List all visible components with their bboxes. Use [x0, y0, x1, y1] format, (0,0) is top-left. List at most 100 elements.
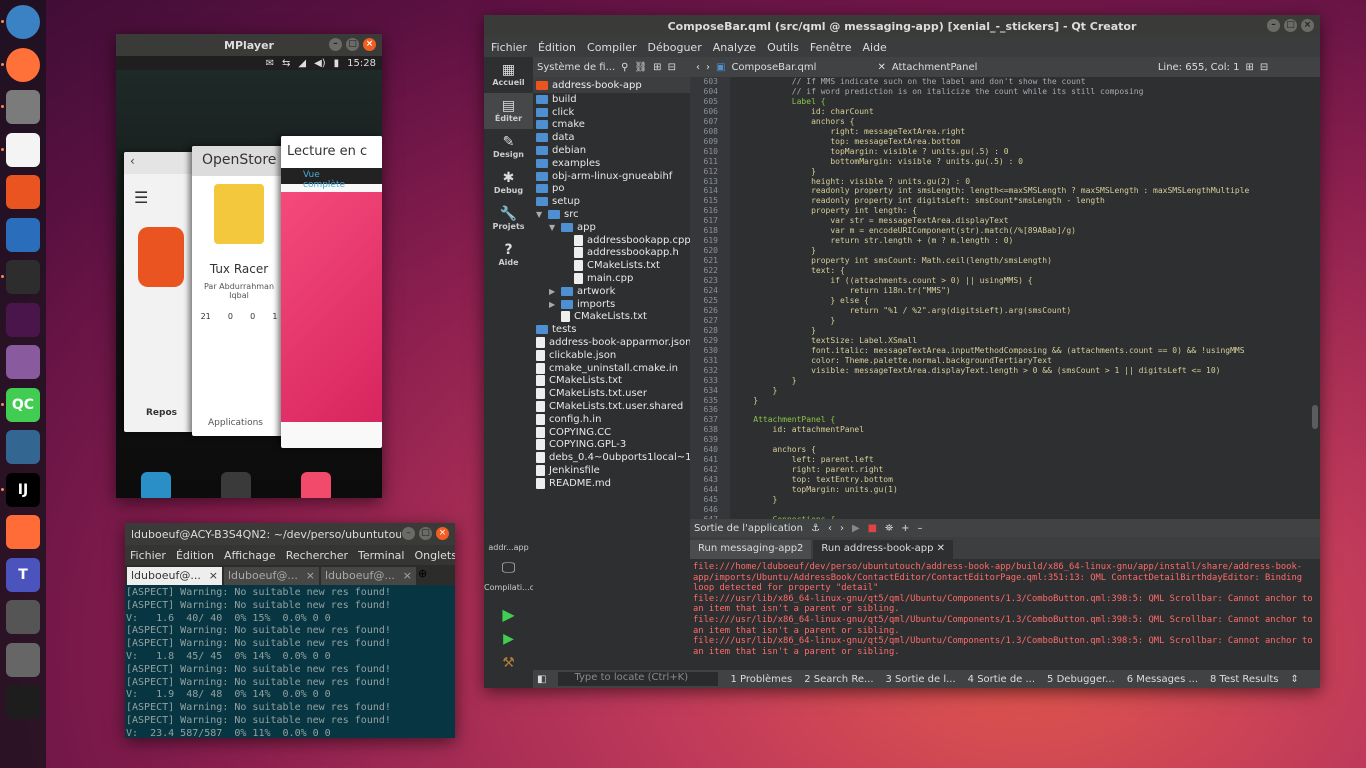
launcher-openstore[interactable]: OpenStore	[196, 472, 276, 498]
maximize-button[interactable]: □	[346, 38, 359, 51]
menu-item[interactable]: Onglets	[414, 549, 455, 562]
close-file-icon[interactable]: ✕	[877, 62, 885, 73]
split-icon[interactable]: ⊞	[653, 62, 661, 73]
vm-icon[interactable]	[6, 345, 40, 379]
zoom-out-icon[interactable]: –	[918, 523, 923, 534]
next-icon[interactable]: ›	[840, 523, 844, 534]
terminal-output[interactable]: [ASPECT] Warning: No suitable new res fo…	[125, 585, 455, 738]
rerun-icon[interactable]: ▶	[852, 523, 860, 534]
mode-éditer[interactable]: ▤ Éditer	[484, 93, 533, 129]
tree-item[interactable]: tests	[536, 323, 690, 336]
open-file-select[interactable]: ComposeBar.qml	[731, 62, 871, 73]
mode-projets[interactable]: 🔧 Projets	[484, 201, 533, 237]
tree-item[interactable]: addressbookapp.h	[536, 247, 690, 260]
maximize-button[interactable]: □	[419, 527, 432, 540]
launcher-navigateur[interactable]: Navigateur	[116, 472, 196, 498]
menu-item[interactable]: Fichier	[130, 549, 166, 562]
tree-item[interactable]: CMakeLists.txt.user.shared	[536, 400, 690, 413]
locator-input[interactable]: Type to locate (Ctrl+K)	[558, 672, 719, 686]
nav-back-icon[interactable]: ‹	[696, 62, 700, 73]
mode-design[interactable]: ✎ Design	[484, 129, 533, 165]
output-pane-button[interactable]: 8 Test Results	[1210, 674, 1279, 685]
output-tab[interactable]: Run address-book-app ✕	[813, 540, 954, 559]
tree-item[interactable]: COPYING.GPL-3	[536, 439, 690, 452]
prev-icon[interactable]: ‹	[828, 523, 832, 534]
teams-icon[interactable]: T	[6, 557, 40, 592]
maximize-button[interactable]: □	[1284, 19, 1297, 32]
tree-item[interactable]: ▼ app	[536, 221, 690, 234]
settings-icon[interactable]	[6, 642, 40, 677]
output-pane-button[interactable]: 4 Sortie de ...	[968, 674, 1035, 685]
slack-icon[interactable]	[6, 302, 40, 337]
tree-item[interactable]: cmake_uninstall.cmake.in	[536, 362, 690, 375]
close-tab-icon[interactable]: ×	[403, 569, 412, 583]
filter-select[interactable]: Système de fi...	[537, 62, 615, 73]
text-editor-icon[interactable]	[6, 132, 40, 167]
symbol-select[interactable]: AttachmentPanel	[892, 62, 1152, 73]
tree-item[interactable]: CMakeLists.txt.user	[536, 387, 690, 400]
terminal-window[interactable]: lduboeuf@ACY-B3S4QN2: ~/dev/perso/ubuntu…	[125, 523, 455, 738]
link-icon[interactable]: ⛓	[634, 62, 647, 73]
project-filter[interactable]: Système de fi... ⚲ ⛓ ⊞ ⊟	[533, 57, 690, 77]
mysql-icon[interactable]	[6, 430, 40, 464]
menu-item[interactable]: Édition	[176, 549, 214, 562]
tree-item[interactable]: COPYING.CC	[536, 426, 690, 439]
menu-item[interactable]: Aide	[862, 41, 886, 54]
code-editor[interactable]: ‹ › ▣ ComposeBar.qml ✕ AttachmentPanel L…	[690, 57, 1320, 524]
terminal-titlebar[interactable]: lduboeuf@ACY-B3S4QN2: ~/dev/perso/ubuntu…	[125, 523, 455, 545]
editor-scrollbar[interactable]	[1310, 77, 1320, 519]
apps-grid-icon[interactable]	[6, 685, 40, 719]
tree-item[interactable]: ▼ src	[536, 208, 690, 221]
tree-item[interactable]: obj-arm-linux-gnueabihf	[536, 170, 690, 183]
close-button[interactable]: ×	[1301, 19, 1314, 32]
tree-item[interactable]: address-book-apparmor.json	[536, 336, 690, 349]
minimize-button[interactable]: –	[402, 527, 415, 540]
qtcreator-window[interactable]: ComposeBar.qml (src/qml @ messaging-app)…	[484, 15, 1320, 688]
mplayer-titlebar[interactable]: MPlayer – □ ×	[116, 34, 382, 56]
clear-icon[interactable]: ⛯	[885, 523, 893, 534]
terminal-tab[interactable]: lduboeuf@... ×	[321, 567, 416, 585]
menu-item[interactable]: Fichier	[491, 41, 527, 54]
collapsed-arrow-icon[interactable]: ▶	[549, 287, 557, 296]
close-button[interactable]: ×	[363, 38, 376, 51]
tree-item[interactable]: setup	[536, 195, 690, 208]
menu-item[interactable]: Déboguer	[648, 41, 702, 54]
terminal-icon[interactable]	[6, 260, 40, 294]
tree-item[interactable]: debs_0.4~0ubports1local~1596	[536, 451, 690, 464]
kit-label[interactable]: addr...app	[484, 543, 533, 552]
tree-item[interactable]: clickable.json	[536, 349, 690, 362]
tree-item[interactable]: CMakeLists.txt	[536, 259, 690, 272]
tree-item[interactable]: CMakeLists.txt	[536, 375, 690, 388]
files-icon[interactable]	[6, 90, 40, 124]
filter-icon[interactable]: ⚲	[621, 62, 628, 73]
expanded-arrow-icon[interactable]: ▼	[536, 210, 544, 219]
tree-item[interactable]: ▶ imports	[536, 298, 690, 311]
close-button[interactable]: ×	[436, 527, 449, 540]
code-text[interactable]: // If MMS indicate such on the label and…	[734, 77, 1310, 519]
build-config-label[interactable]: Compilati...on	[484, 583, 540, 592]
output-pane-button[interactable]: 3 Sortie de l...	[886, 674, 956, 685]
pane-options-icon[interactable]: ⇕	[1291, 674, 1299, 685]
output-pane-button[interactable]: 1 Problèmes	[730, 674, 792, 685]
postman-icon[interactable]	[6, 515, 40, 549]
tree-item[interactable]: click	[536, 106, 690, 119]
tree-item[interactable]: config.h.in	[536, 413, 690, 426]
output-tab[interactable]: Run messaging-app2	[690, 540, 812, 559]
output-pane-button[interactable]: 5 Debugger...	[1047, 674, 1115, 685]
mplayer-window[interactable]: MPlayer – □ × ✉ ⇆ ◢ ◀) ▮ 15:28 ‹ ☰ Repos…	[116, 34, 382, 498]
menu-item[interactable]: Terminal	[358, 549, 405, 562]
openstore-card[interactable]: OpenStore Tux Racer Par Abdurrahman Iqba…	[192, 146, 286, 436]
run-icon[interactable]: ▶	[484, 605, 533, 624]
terminal-tab[interactable]: lduboeuf@... ×	[224, 567, 319, 585]
intellij-icon[interactable]: IJ	[6, 472, 40, 507]
split-editor-icon[interactable]: ⊞	[1245, 62, 1253, 73]
vue-complete-link[interactable]: Vue complète	[281, 168, 382, 190]
tree-item[interactable]: CMakeLists.txt	[536, 311, 690, 324]
menu-item[interactable]: Compiler	[587, 41, 637, 54]
attach-icon[interactable]: ⚓	[811, 523, 820, 534]
menu-item[interactable]: Affichage	[224, 549, 276, 562]
mode-debug[interactable]: ✱ Debug	[484, 165, 533, 201]
stop-icon[interactable]: ■	[868, 523, 877, 534]
tree-root[interactable]: address-book-app	[533, 77, 690, 93]
tree-item[interactable]: debian	[536, 144, 690, 157]
